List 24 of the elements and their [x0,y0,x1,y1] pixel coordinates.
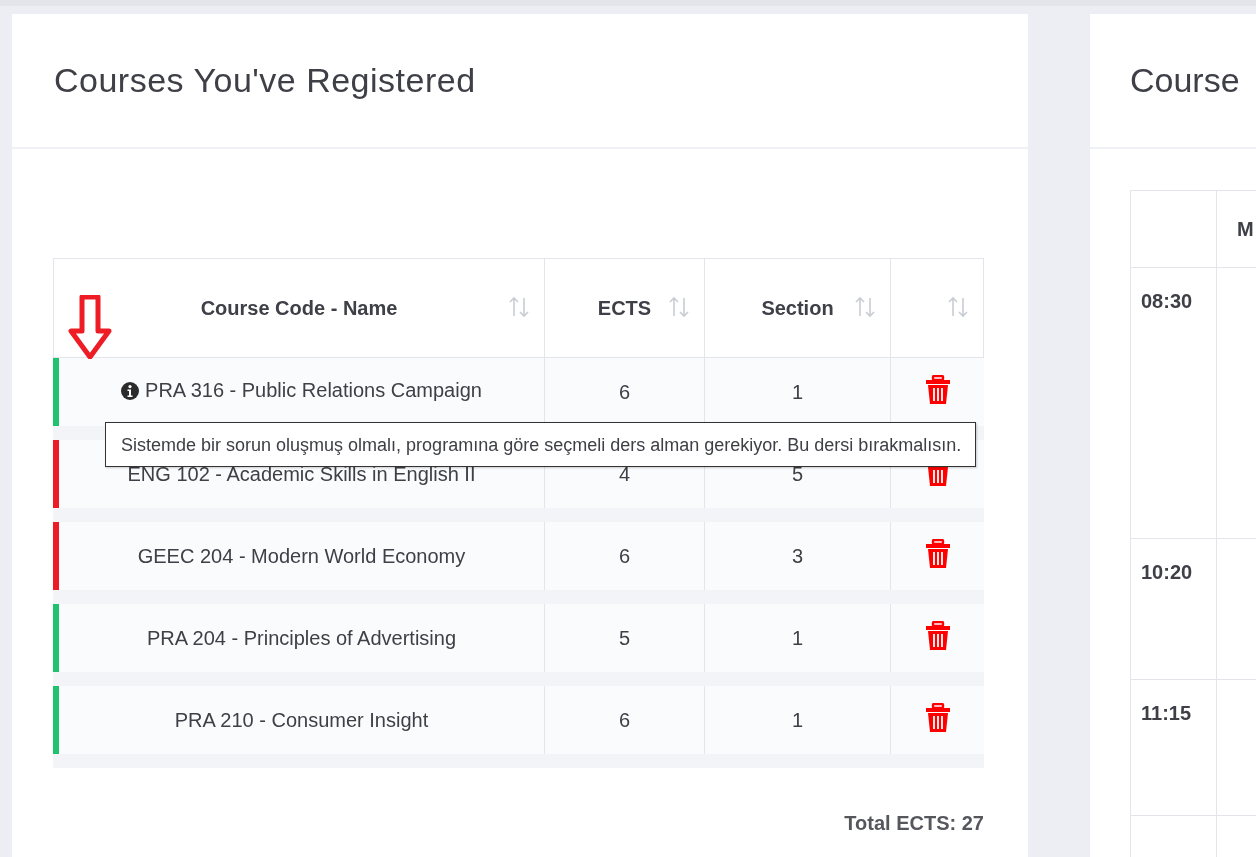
time-label: 11:15 [1141,702,1192,724]
course-name: GEEC 204 - Modern World Economy [137,544,466,568]
panel-title: Course [1130,61,1240,100]
total-ects: Total ECTS: 27 [843,811,984,835]
tooltip: Sistemde bir sorun oluşmuş olmalı, programına göre seçmeli ders alman gerekiyor. Bu dersi bırakmalısın. [105,422,977,467]
info-icon[interactable] [121,381,140,400]
table-cell: 6 [618,380,631,403]
time-label: 08:30 [1141,290,1193,312]
table-cell: 1 [791,380,804,403]
course-name: PRA 210 - Consumer Insight [174,708,429,732]
table-cell: 1 [791,708,804,731]
column-header[interactable]: ECTS [597,296,652,320]
table-cell: 5 [618,626,631,649]
course-name: PRA 316 - Public Relations Campaign [145,379,482,403]
table-cell: 6 [618,544,631,567]
day-header: M [1237,217,1254,240]
table-cell: 6 [618,708,631,731]
column-header[interactable]: Course Code - Name [200,296,398,320]
panel-title: Courses You've Registered [54,61,476,100]
time-label: 10:20 [1141,561,1193,583]
table-cell: 1 [791,626,804,649]
column-header[interactable]: Section [761,296,834,320]
table-cell: 3 [791,544,804,567]
course-name: PRA 204 - Principles of Advertising [146,626,456,650]
